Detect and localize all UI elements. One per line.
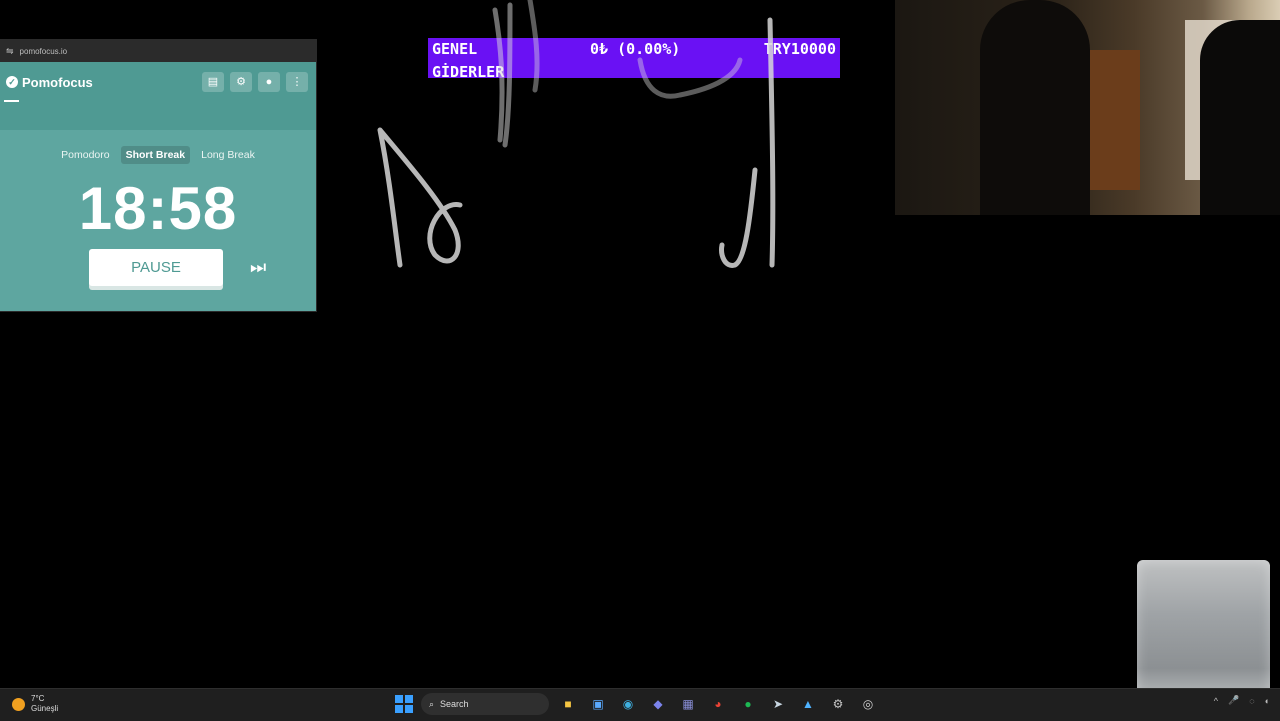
tab-short-break[interactable]: Short Break xyxy=(120,146,191,164)
kebab-menu-icon: ⋮ xyxy=(291,76,303,88)
windows-start-icon[interactable] xyxy=(395,695,413,713)
taskbar-apps: ⌕ Search ■ ▣ ◉ ◆ ▦ ◕ ● ➤ ▲ ⚙ ◎ xyxy=(395,693,879,715)
timer-card: Pomodoro Short Break Long Break 18:58 PA… xyxy=(0,130,316,311)
weather-temp: 7°C xyxy=(31,694,45,703)
chevron-up-icon[interactable]: ^ xyxy=(1214,696,1218,706)
weather-widget[interactable]: 7°C Güneşli xyxy=(12,694,58,714)
tab-long-break[interactable]: Long Break xyxy=(196,146,260,164)
pomofocus-window: ⇋ pomofocus.io ✓ Pomofocus ▤ ⚙ ● ⋮ Pomod… xyxy=(0,40,316,311)
mode-tabs: Pomodoro Short Break Long Break xyxy=(0,146,316,164)
pomofocus-url: pomofocus.io xyxy=(19,46,68,56)
search-placeholder: Search xyxy=(440,699,469,709)
check-circle-icon: ✓ xyxy=(6,76,18,88)
handwriting-strokes xyxy=(377,0,776,268)
weather-condition: Güneşli xyxy=(31,704,59,713)
webcam-person xyxy=(980,0,1090,215)
search-icon: ⌕ xyxy=(429,698,435,709)
progress-bar xyxy=(4,100,19,102)
pomofocus-brand[interactable]: ✓ Pomofocus xyxy=(6,75,93,90)
webcam-feed xyxy=(895,0,1280,215)
gear-icon: ⚙ xyxy=(236,76,246,88)
obs-icon[interactable]: ◎ xyxy=(857,693,879,715)
skip-icon[interactable]: ⏭ xyxy=(250,257,266,278)
app-icon[interactable]: ▦ xyxy=(677,693,699,715)
sun-icon xyxy=(12,697,25,711)
system-tray: ^ 🎤 ◌ ◐ xyxy=(1214,695,1270,706)
teams-icon[interactable]: ◆ xyxy=(647,693,669,715)
chart-icon: ▤ xyxy=(207,76,219,88)
volume-icon[interactable]: ◐ xyxy=(1265,696,1270,706)
file-explorer-icon[interactable]: ■ xyxy=(557,693,579,715)
microphone-icon[interactable]: 🎤 xyxy=(1228,695,1239,706)
taskbar-search[interactable]: ⌕ Search xyxy=(421,693,549,715)
site-settings-icon[interactable]: ⇋ xyxy=(6,46,14,57)
tab-pomodoro[interactable]: Pomodoro xyxy=(56,146,114,164)
webcam-foreground xyxy=(1200,20,1280,215)
timer-display: 18:58 xyxy=(78,175,238,242)
app-name: Pomofocus xyxy=(22,74,93,90)
chrome-icon[interactable]: ◕ xyxy=(707,693,729,715)
report-button[interactable]: ▤ xyxy=(202,72,224,92)
steam-icon[interactable]: ➤ xyxy=(767,693,789,715)
edge-icon[interactable]: ◉ xyxy=(617,693,639,715)
more-button[interactable]: ⋮ xyxy=(286,72,308,92)
network-icon[interactable]: ◌ xyxy=(1249,696,1254,706)
store-icon[interactable]: ▣ xyxy=(587,693,609,715)
pause-button[interactable]: PAUSE xyxy=(89,249,223,286)
settings-icon[interactable]: ⚙ xyxy=(827,693,849,715)
settings-button[interactable]: ⚙ xyxy=(230,72,252,92)
user-icon: ● xyxy=(265,76,273,88)
photos-icon[interactable]: ▲ xyxy=(797,693,819,715)
pomofocus-titlebar: ⇋ pomofocus.io xyxy=(0,40,316,62)
taskbar: 7°C Güneşli ⌕ Search ■ ▣ ◉ ◆ ▦ ◕ ● ➤ ▲ ⚙… xyxy=(0,688,1280,721)
account-button[interactable]: ● xyxy=(258,72,280,92)
pomofocus-header: ✓ Pomofocus ▤ ⚙ ● ⋮ xyxy=(0,62,316,102)
spotify-icon[interactable]: ● xyxy=(737,693,759,715)
